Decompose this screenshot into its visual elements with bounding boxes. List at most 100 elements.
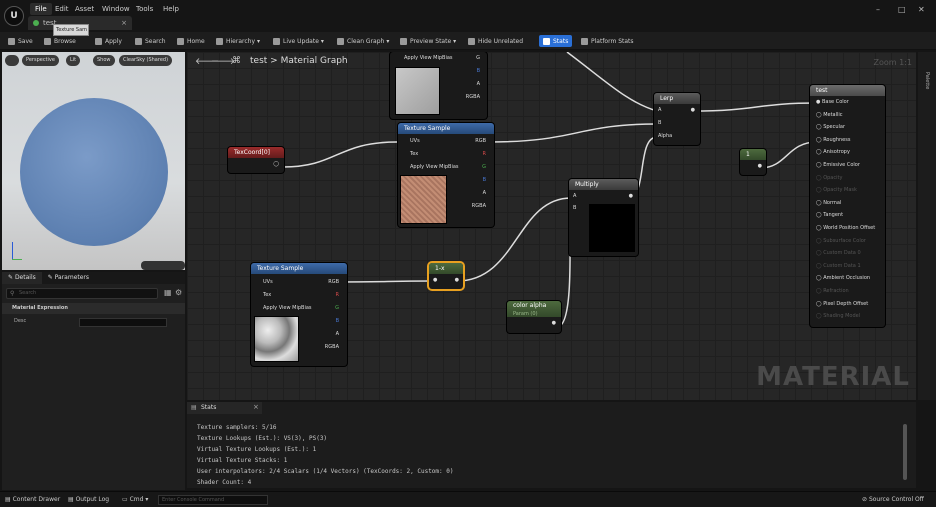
stats-line: Virtual Texture Stacks: 1: [197, 457, 288, 464]
material-pin[interactable]: ◯ Custom Data 0: [816, 250, 861, 256]
desc-label: Desc: [14, 318, 27, 324]
preview-state-button[interactable]: Preview State ▾: [400, 35, 456, 47]
material-pin[interactable]: ◯ Refraction: [816, 288, 849, 294]
texture-preview-bottom: [254, 316, 299, 362]
source-control-button[interactable]: ⊘ Source Control Off: [862, 496, 924, 503]
grid-view-icon[interactable]: ▦: [164, 288, 172, 297]
texture-preview-top: [395, 67, 440, 115]
hide-unrelated-button[interactable]: Hide Unrelated: [468, 35, 523, 47]
material-pin[interactable]: ◯ Tangent: [816, 212, 843, 218]
palette-label: Palette: [924, 72, 930, 90]
material-pin[interactable]: ◯ Opacity: [816, 175, 842, 181]
menu-asset[interactable]: Asset: [70, 3, 99, 15]
node-texture-sample-mid-title: Texture Sample: [398, 123, 494, 134]
material-pin[interactable]: ◯ Shading Model: [816, 313, 860, 319]
node-one-minus[interactable]: 1-x ● ●: [429, 263, 463, 289]
node-multiply-title: Multiply: [569, 179, 638, 190]
node-texture-sample-mid[interactable]: Texture Sample UVs Tex Apply View MipBia…: [398, 123, 494, 227]
platform-stats-button[interactable]: Platform Stats: [581, 35, 634, 47]
tab-details[interactable]: ✎ Details: [2, 272, 42, 284]
material-pin[interactable]: ◯ Normal: [816, 200, 841, 206]
stats-button[interactable]: Stats: [539, 35, 573, 47]
node-material-result[interactable]: test ● Base Color ◯ Metallic ◯ Specular ◯ R…: [810, 85, 885, 327]
search-icon: [135, 37, 142, 45]
live-update-button[interactable]: Live Update ▾: [273, 35, 324, 47]
menu-window[interactable]: Window: [97, 3, 135, 15]
desc-input[interactable]: [79, 318, 167, 327]
node-texture-sample-top[interactable]: Apply View MipBias G B A RGBA: [390, 52, 487, 119]
content-drawer-button[interactable]: ▤ Content Drawer: [5, 496, 60, 503]
one-minus-output-pin[interactable]: ●: [455, 277, 459, 283]
gear-icon[interactable]: ⚙: [175, 288, 182, 297]
minimize-icon[interactable]: –: [876, 5, 880, 14]
preview-viewport[interactable]: Perspective Lit Show ClearSky (Shared): [2, 52, 185, 270]
node-material-result-title: test: [810, 85, 885, 96]
lit-button[interactable]: Lit: [66, 55, 81, 66]
stats-scrollbar[interactable]: [903, 424, 907, 480]
chevron-down-icon: ▾: [320, 37, 324, 45]
home-button[interactable]: Home: [177, 35, 205, 47]
constant-output-pin[interactable]: ●: [758, 163, 762, 169]
material-pin[interactable]: ◯ Custom Data 1: [816, 263, 861, 269]
tab-parameters[interactable]: ✎ Parameters: [42, 272, 95, 284]
details-search-input[interactable]: Search: [6, 288, 158, 299]
multiply-output-pin[interactable]: ●: [629, 193, 633, 199]
material-pin[interactable]: ◯ Specular: [816, 124, 845, 130]
show-button[interactable]: Show: [93, 55, 115, 66]
console-input[interactable]: Enter Console Command: [158, 495, 268, 505]
unreal-logo-icon: U: [4, 6, 24, 26]
search-button[interactable]: Search: [135, 35, 166, 47]
close-tab-icon[interactable]: ×: [121, 19, 127, 27]
material-pin[interactable]: ◯ World Position Offset: [816, 225, 875, 231]
content-drawer-icon: ▤: [5, 496, 13, 503]
node-color-alpha[interactable]: color alpha Param (0) ●: [507, 301, 561, 333]
material-pin[interactable]: ● Base Color: [816, 99, 849, 105]
menu-tools[interactable]: Tools: [131, 3, 158, 15]
output-log-button[interactable]: ▤ Output Log: [68, 496, 109, 503]
node-constant[interactable]: 1 ●: [740, 149, 766, 175]
hierarchy-icon: [216, 37, 223, 45]
material-graph[interactable]: 🡐 🡒 ⌘ test > Material Graph Zoom 1:1 MAT…: [187, 52, 916, 400]
browse-button[interactable]: Browse: [44, 35, 76, 47]
axis-gizmo-icon: [10, 242, 24, 262]
menu-help[interactable]: Help: [158, 3, 184, 15]
one-minus-input-pin[interactable]: ●: [433, 277, 437, 283]
material-pin[interactable]: ◯ Subsurface Color: [816, 238, 866, 244]
material-pin[interactable]: ◯ Metallic: [816, 112, 843, 118]
node-texcoord[interactable]: TexCoord[0] ◯: [228, 147, 284, 173]
save-button[interactable]: Save: [8, 35, 33, 47]
color-alpha-output-pin[interactable]: ●: [552, 320, 556, 326]
clearsky-button[interactable]: ClearSky (Shared): [119, 55, 173, 66]
viewport-options-icon[interactable]: [5, 55, 19, 66]
clean-graph-icon: [337, 37, 344, 45]
hierarchy-button[interactable]: Hierarchy ▾: [216, 35, 260, 47]
apply-button[interactable]: Apply: [95, 35, 122, 47]
lerp-output-pin[interactable]: ●: [691, 107, 695, 113]
node-color-alpha-title: color alpha Param (0): [507, 301, 561, 317]
cmd-button[interactable]: ▭ Cmd ▾: [122, 496, 148, 503]
menu-file[interactable]: File: [30, 3, 52, 15]
material-pin[interactable]: ◯ Anisotropy: [816, 149, 850, 155]
close-window-icon[interactable]: ✕: [918, 5, 925, 14]
clean-graph-button[interactable]: Clean Graph ▾: [337, 35, 389, 47]
perspective-button[interactable]: Perspective: [22, 55, 59, 66]
node-multiply[interactable]: Multiply A B ●: [569, 179, 638, 256]
maximize-icon[interactable]: □: [898, 5, 906, 14]
chevron-down-icon: ▾: [386, 37, 390, 45]
node-texture-sample-bottom-title: Texture Sample: [251, 263, 347, 274]
preview-shape-icons[interactable]: [141, 261, 185, 270]
material-pin[interactable]: ◯ Roughness: [816, 137, 850, 143]
material-pin[interactable]: ◯ Opacity Mask: [816, 187, 857, 193]
material-pin[interactable]: ◯ Emissive Color: [816, 162, 860, 168]
tab-stats[interactable]: Stats: [187, 402, 262, 414]
palette-panel[interactable]: Palette: [918, 52, 936, 400]
folder-icon: [44, 37, 51, 45]
node-texture-sample-bottom[interactable]: Texture Sample UVs Tex Apply View MipBia…: [251, 263, 347, 366]
close-stats-icon[interactable]: ×: [253, 403, 259, 411]
texcoord-output-pin[interactable]: ◯: [273, 161, 279, 167]
node-lerp[interactable]: Lerp A B Alpha ●: [654, 93, 700, 145]
material-pin[interactable]: ◯ Pixel Depth Offset: [816, 301, 868, 307]
home-icon: [177, 37, 184, 45]
material-pin[interactable]: ◯ Ambient Occlusion: [816, 275, 870, 281]
section-material-expression[interactable]: Material Expression: [2, 303, 185, 314]
